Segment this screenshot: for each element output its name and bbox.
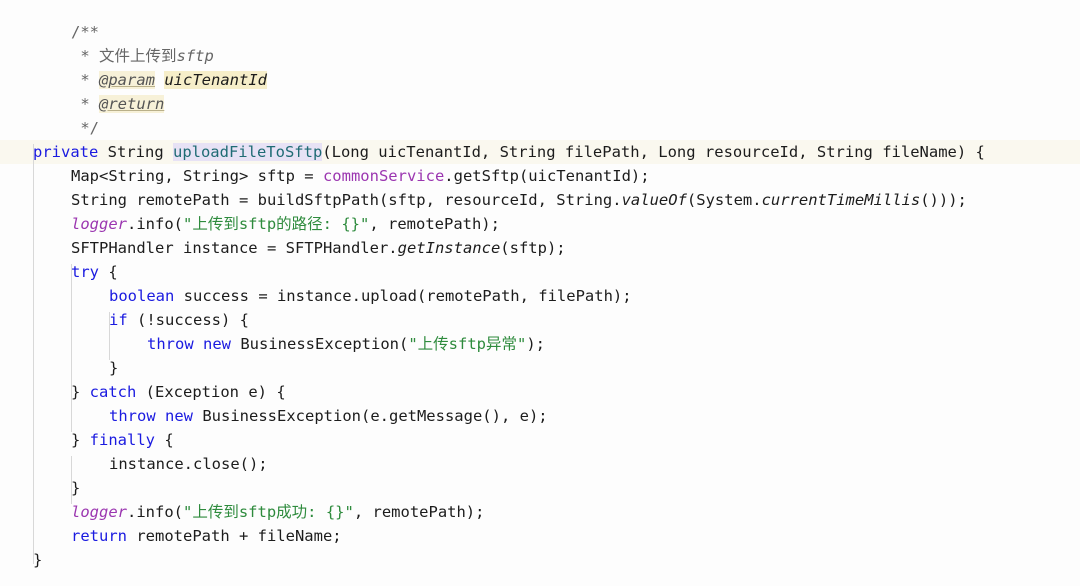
code-token: (Long uicTenantId, String filePath, Long… bbox=[322, 143, 985, 161]
code-line-3[interactable]: * @param uicTenantId bbox=[0, 68, 1080, 92]
code-token: sftp bbox=[176, 47, 214, 65]
code-line-19[interactable]: instance.close(); bbox=[0, 452, 1080, 476]
code-line-20[interactable]: } bbox=[0, 476, 1080, 500]
code-token: finally bbox=[89, 431, 155, 449]
code-line-4[interactable]: * @return bbox=[0, 92, 1080, 116]
code-line-21[interactable]: logger.info("上传到sftp成功: {}", remotePath)… bbox=[0, 500, 1080, 524]
code-line-16[interactable]: } catch (Exception e) { bbox=[0, 380, 1080, 404]
code-token: uploadFileToSftp bbox=[172, 143, 323, 161]
code-token: (System. bbox=[686, 191, 762, 209]
code-token: throw bbox=[109, 407, 156, 425]
code-token: catch bbox=[89, 383, 137, 401]
code-token: * bbox=[71, 95, 99, 113]
code-line-17[interactable]: throw new BusinessException(e.getMessage… bbox=[0, 404, 1080, 428]
code-token: commonService bbox=[322, 167, 445, 185]
code-token: remotePath + fileName; bbox=[127, 527, 342, 545]
code-token: */ bbox=[71, 119, 99, 137]
code-token: /** bbox=[71, 23, 99, 41]
code-line-8[interactable]: String remotePath = buildSftpPath(sftp, … bbox=[0, 188, 1080, 212]
code-token: getInstance bbox=[397, 239, 501, 257]
code-line-5[interactable]: */ bbox=[0, 116, 1080, 140]
code-token: .info( bbox=[127, 503, 183, 521]
code-editor[interactable]: /** * 文件上传到sftp * @param uicTenantId * @… bbox=[0, 0, 1080, 586]
code-token: } bbox=[71, 479, 81, 497]
code-token: instance.close(); bbox=[109, 455, 268, 473]
code-line-18[interactable]: } finally { bbox=[0, 428, 1080, 452]
code-token: new bbox=[165, 407, 194, 425]
code-token: (sftp); bbox=[500, 239, 566, 257]
code-line-2[interactable]: * 文件上传到sftp bbox=[0, 44, 1080, 68]
code-token: uicTenantId bbox=[164, 71, 267, 89]
code-token: } bbox=[71, 431, 90, 449]
code-token: , remotePath); bbox=[369, 215, 500, 233]
code-token: throw bbox=[147, 335, 194, 353]
code-line-9[interactable]: logger.info("上传到sftp的路径: {}", remotePath… bbox=[0, 212, 1080, 236]
code-token: logger bbox=[71, 503, 127, 521]
code-token: logger bbox=[71, 215, 127, 233]
code-token: @return bbox=[99, 95, 165, 113]
code-line-10[interactable]: SFTPHandler instance = SFTPHandler.getIn… bbox=[0, 236, 1080, 260]
code-line-15[interactable]: } bbox=[0, 356, 1080, 380]
code-token: private bbox=[33, 143, 99, 161]
code-token: success = instance.upload(remotePath, fi… bbox=[174, 287, 632, 305]
code-token: , remotePath); bbox=[353, 503, 485, 521]
code-line-22[interactable]: return remotePath + fileName; bbox=[0, 524, 1080, 548]
code-token: String bbox=[98, 143, 173, 161]
code-content[interactable]: /** * 文件上传到sftp * @param uicTenantId * @… bbox=[0, 0, 1080, 572]
code-token: } bbox=[71, 383, 90, 401]
code-token: .info( bbox=[127, 215, 183, 233]
code-token: if bbox=[109, 311, 128, 329]
code-token: { bbox=[155, 431, 174, 449]
code-token: ())); bbox=[920, 191, 967, 209]
code-token: BusinessException( bbox=[231, 335, 409, 353]
code-token: SFTPHandler instance = SFTPHandler. bbox=[71, 239, 398, 257]
code-token: "上传到sftp成功: {}" bbox=[183, 503, 354, 521]
code-line-13[interactable]: if (!success) { bbox=[0, 308, 1080, 332]
code-token: "上传sftp异常" bbox=[408, 335, 527, 353]
code-token: String remotePath = buildSftpPath(sftp, … bbox=[71, 191, 622, 209]
code-token: new bbox=[203, 335, 232, 353]
code-token: boolean bbox=[109, 287, 175, 305]
code-line-7[interactable]: Map<String, String> sftp = commonService… bbox=[0, 164, 1080, 188]
code-token: (!success) { bbox=[127, 311, 249, 329]
code-token: ); bbox=[526, 335, 545, 353]
code-token: Map<String, String> sftp = bbox=[71, 167, 323, 185]
code-token: (Exception e) { bbox=[136, 383, 286, 401]
code-token: valueOf bbox=[621, 191, 687, 209]
code-line-6[interactable]: private String uploadFileToSftp(Long uic… bbox=[0, 140, 1080, 164]
code-line-12[interactable]: boolean success = instance.upload(remote… bbox=[0, 284, 1080, 308]
code-line-1[interactable]: /** bbox=[0, 20, 1080, 44]
code-token: } bbox=[109, 359, 119, 377]
code-token: { bbox=[99, 263, 118, 281]
code-line-14[interactable]: throw new BusinessException("上传sftp异常"); bbox=[0, 332, 1080, 356]
code-token: } bbox=[33, 551, 43, 569]
code-token: BusinessException(e.getMessage(), e); bbox=[193, 407, 548, 425]
code-token: return bbox=[71, 527, 127, 545]
code-line-11[interactable]: try { bbox=[0, 260, 1080, 284]
code-token: * bbox=[71, 47, 99, 65]
code-token: * bbox=[71, 71, 99, 89]
code-token: @param bbox=[99, 71, 155, 89]
code-token: 文件上传到 bbox=[99, 47, 177, 65]
code-line-23[interactable]: } bbox=[0, 548, 1080, 572]
code-token: .getSftp(uicTenantId); bbox=[444, 167, 650, 185]
code-token: try bbox=[71, 263, 99, 281]
code-token: currentTimeMillis bbox=[761, 191, 921, 209]
code-token: "上传到sftp的路径: {}" bbox=[183, 215, 370, 233]
